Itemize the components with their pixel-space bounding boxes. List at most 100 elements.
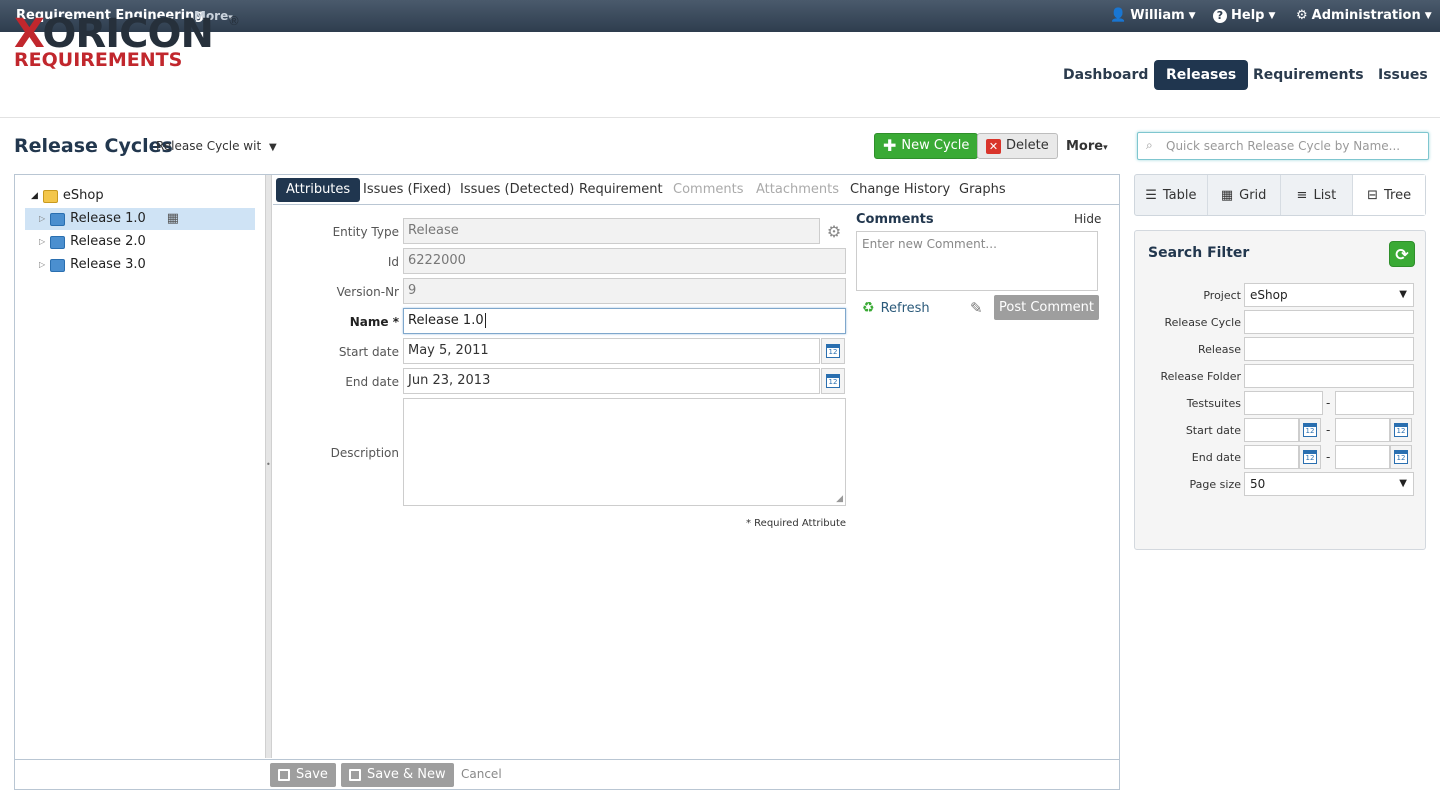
tree-icon: ⊟ xyxy=(1367,187,1379,203)
user-icon: 👤 xyxy=(1110,8,1127,23)
release-icon xyxy=(50,235,66,249)
view-grid[interactable]: ▦ Grid xyxy=(1208,175,1281,215)
admin-menu[interactable]: ⚙ Administration ▼ xyxy=(1296,8,1432,23)
grid-icon[interactable]: ▦ xyxy=(167,208,179,230)
calendar-icon: 12 xyxy=(1303,450,1317,464)
id-field: 6222000 xyxy=(403,248,846,274)
filter-project-select[interactable]: eShop ▼ xyxy=(1244,283,1414,307)
tab-bar: Attributes Issues (Fixed) Issues (Detect… xyxy=(273,175,1119,205)
tree-item-release-1[interactable]: ▷ Release 1.0 ▦ xyxy=(25,208,255,230)
release-cycle-select[interactable]: Release Cycle wit ▼ xyxy=(156,139,277,153)
filter-project-label: Project xyxy=(1203,289,1241,302)
comment-box xyxy=(856,231,1098,291)
chevron-down-icon: ▼ xyxy=(1188,10,1196,21)
help-menu[interactable]: ? Help ▼ xyxy=(1213,8,1275,23)
more-button[interactable]: More▾ xyxy=(1066,139,1108,154)
top-bar: Requirement Engineering More▾ 👤 William ▼ … xyxy=(0,0,1440,32)
calendar-icon: 12 xyxy=(826,344,840,358)
post-comment-button[interactable]: Post Comment xyxy=(994,295,1099,320)
start-date-calendar-button[interactable]: 12 xyxy=(821,338,845,364)
entity-type-field: Release xyxy=(403,218,820,244)
filter-start-date-from[interactable] xyxy=(1244,418,1299,442)
start-date-input[interactable]: May 5, 2011 xyxy=(403,338,820,364)
filter-release-input[interactable] xyxy=(1244,337,1414,361)
version-field: 9 xyxy=(403,278,846,304)
tab-attributes[interactable]: Attributes xyxy=(276,178,361,202)
tab-attachments: Attachments xyxy=(756,182,839,197)
new-cycle-button[interactable]: ✚ New Cycle xyxy=(874,133,979,159)
pane-splitter[interactable]: • xyxy=(265,175,272,758)
bottom-bar xyxy=(15,759,1119,789)
filter-start-from-calendar-button[interactable]: 12 xyxy=(1299,418,1321,442)
nav-dashboard[interactable]: Dashboard xyxy=(1051,60,1160,90)
tab-comments: Comments xyxy=(673,182,744,197)
view-list[interactable]: ≡ List xyxy=(1281,175,1354,215)
page-title: Release Cycles xyxy=(14,135,173,157)
search-filter-title: Search Filter xyxy=(1148,245,1250,261)
filter-refresh-button[interactable]: ⟳ xyxy=(1389,241,1415,267)
filter-release-cycle-label: Release Cycle xyxy=(1164,316,1241,329)
name-input[interactable]: Release 1.0 xyxy=(403,308,846,334)
tab-issues-fixed[interactable]: Issues (Fixed) xyxy=(353,178,461,202)
comments-hide-link[interactable]: Hide xyxy=(1074,212,1101,226)
view-tree[interactable]: ⊟ Tree xyxy=(1353,175,1425,215)
filter-start-to-calendar-button[interactable]: 12 xyxy=(1390,418,1412,442)
search-filter-panel xyxy=(1134,230,1426,550)
range-dash: - xyxy=(1326,450,1331,464)
filter-end-to-calendar-button[interactable]: 12 xyxy=(1390,445,1412,469)
splitter-handle-icon: • xyxy=(266,460,271,469)
required-attribute-note: * Required Attribute xyxy=(746,518,847,529)
refresh-comments-button[interactable]: ♻ Refresh xyxy=(862,300,930,316)
search-icon: ⌕ xyxy=(1146,138,1153,152)
save-button[interactable]: Save xyxy=(270,763,336,787)
comments-title: Comments xyxy=(856,212,934,227)
collapse-arrow-icon: ◢ xyxy=(31,191,38,201)
logo-subtitle: REQUIREMENTS xyxy=(14,49,183,71)
filter-release-folder-label: Release Folder xyxy=(1160,370,1241,383)
description-textarea[interactable]: ◢ xyxy=(403,398,846,506)
tab-graphs[interactable]: Graphs xyxy=(949,178,1016,202)
save-new-button[interactable]: Save & New xyxy=(341,763,454,787)
delete-button[interactable]: ✕ Delete xyxy=(977,133,1058,159)
new-comment-input[interactable] xyxy=(857,232,1097,290)
floppy-icon xyxy=(278,769,290,781)
filter-release-cycle-input[interactable] xyxy=(1244,310,1414,334)
tree-item-release-3[interactable]: ▷ Release 3.0 xyxy=(25,254,255,276)
filter-end-date-from[interactable] xyxy=(1244,445,1299,469)
delete-icon: ✕ xyxy=(986,138,1001,154)
filter-start-date-to[interactable] xyxy=(1335,418,1390,442)
tab-requirement[interactable]: Requirement xyxy=(569,178,673,202)
filter-testsuites-to[interactable] xyxy=(1335,391,1414,415)
range-dash: - xyxy=(1326,396,1331,410)
filter-page-size-select[interactable]: 50 ▼ xyxy=(1244,472,1414,496)
nav-issues[interactable]: Issues xyxy=(1366,60,1440,90)
cancel-link[interactable]: Cancel xyxy=(461,767,502,781)
chevron-down-icon: ▼ xyxy=(269,142,277,153)
tree-item-release-2[interactable]: ▷ Release 2.0 xyxy=(25,231,255,253)
list-icon: ≡ xyxy=(1296,187,1308,203)
gear-icon[interactable]: ⚙ xyxy=(822,219,846,243)
filter-testsuites-from[interactable] xyxy=(1244,391,1323,415)
user-menu[interactable]: 👤 William ▼ xyxy=(1110,8,1196,23)
filter-end-date-to[interactable] xyxy=(1335,445,1390,469)
tree-root[interactable]: ◢ eShop xyxy=(31,185,251,207)
tree-pane: ◢ eShop ▷ Release 1.0 ▦ ▷ Release 2.0 ▷ … xyxy=(15,175,265,758)
quick-search-input[interactable] xyxy=(1164,137,1424,155)
filter-start-date-label: Start date xyxy=(1185,424,1241,437)
logo-registered-mark: ® xyxy=(228,14,240,28)
help-icon: ? xyxy=(1213,8,1227,23)
filter-end-from-calendar-button[interactable]: 12 xyxy=(1299,445,1321,469)
chevron-down-icon: ▼ xyxy=(1399,478,1407,489)
nav-requirements[interactable]: Requirements xyxy=(1241,60,1376,90)
quick-search: ⌕ xyxy=(1137,132,1429,160)
view-table[interactable]: ☰ Table xyxy=(1135,175,1208,215)
paperclip-icon[interactable]: ✎ xyxy=(970,299,983,317)
filter-release-folder-input[interactable] xyxy=(1244,364,1414,388)
grid-icon: ▦ xyxy=(1220,187,1234,203)
nav-releases[interactable]: Releases xyxy=(1154,60,1249,90)
tab-change-history[interactable]: Change History xyxy=(840,178,960,202)
calendar-icon: 12 xyxy=(1394,423,1408,437)
end-date-input[interactable]: Jun 23, 2013 xyxy=(403,368,820,394)
tab-issues-detected[interactable]: Issues (Detected) xyxy=(450,178,584,202)
end-date-calendar-button[interactable]: 12 xyxy=(821,368,845,394)
